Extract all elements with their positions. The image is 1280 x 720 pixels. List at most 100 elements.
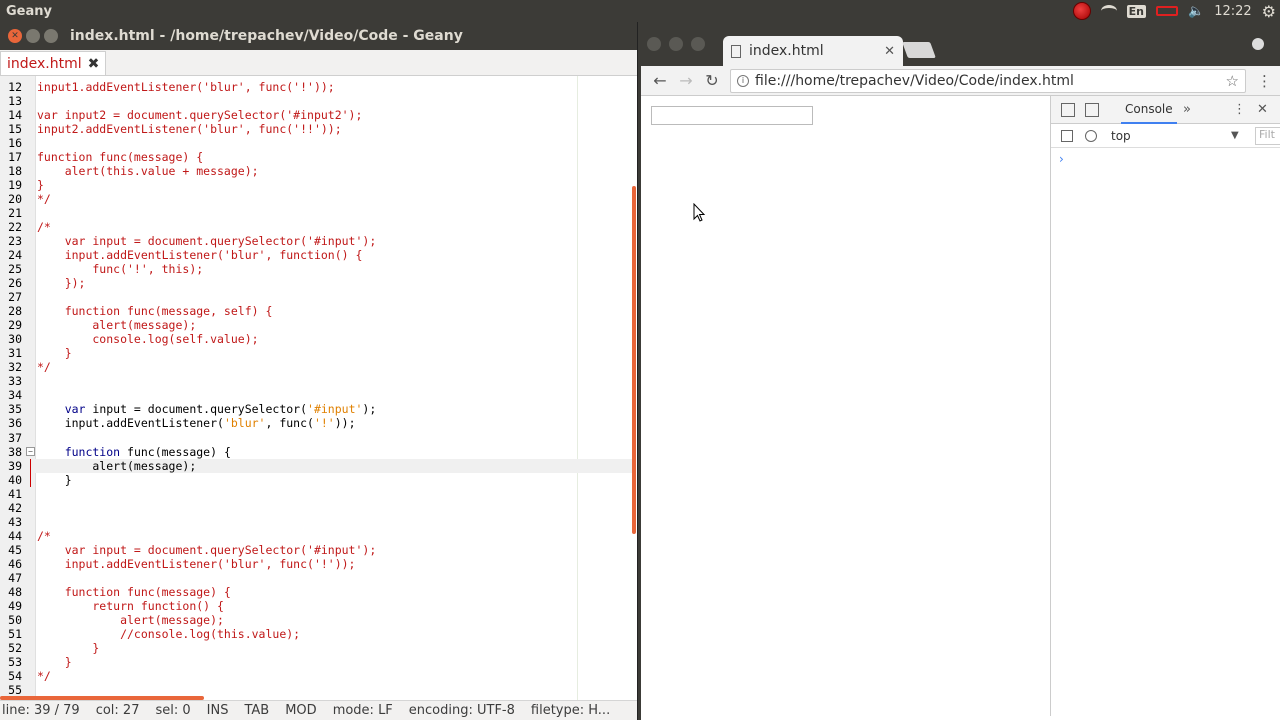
forward-arrow-icon[interactable]: → bbox=[673, 71, 699, 90]
console-filter-input[interactable]: Filt bbox=[1255, 127, 1280, 145]
inspect-element-icon[interactable] bbox=[1061, 102, 1075, 117]
code-line[interactable]: 20 */ bbox=[0, 192, 632, 206]
code-line[interactable]: 30 console.log(self.value); bbox=[0, 332, 632, 346]
record-icon[interactable] bbox=[1072, 2, 1091, 20]
code-line[interactable]: 18 alert(this.value + message); bbox=[0, 164, 632, 178]
code-line[interactable]: 52 } bbox=[0, 641, 632, 655]
code-line[interactable]: 13 bbox=[0, 94, 632, 108]
close-window-button[interactable]: ✕ bbox=[8, 29, 22, 43]
devtools-panel: Console » ⋮ ✕ top ▼ Filt › bbox=[1050, 96, 1280, 716]
more-tabs-icon[interactable]: » bbox=[1183, 102, 1191, 117]
code-line[interactable]: 16 bbox=[0, 136, 632, 150]
tab-index-html[interactable]: index.html ✖ bbox=[0, 51, 107, 75]
code-line[interactable]: 21 bbox=[0, 206, 632, 220]
fold-marker-icon[interactable]: − bbox=[26, 446, 35, 456]
new-tab-button[interactable] bbox=[902, 42, 936, 58]
maximize-window-button[interactable] bbox=[44, 29, 58, 43]
chevron-down-icon[interactable]: ▼ bbox=[1231, 130, 1239, 141]
code-line[interactable]: 49 return function() { bbox=[0, 599, 632, 613]
code-line[interactable]: 47 bbox=[0, 571, 632, 585]
volume-icon[interactable]: 🔈 bbox=[1188, 4, 1204, 19]
devtools-menu-icon[interactable]: ⋮ bbox=[1233, 102, 1246, 117]
code-line[interactable]: 40 } bbox=[0, 473, 632, 487]
code-text: function func(message) { bbox=[37, 444, 231, 459]
gear-icon[interactable]: ⚙ bbox=[1262, 2, 1276, 21]
code-line[interactable]: 51 //console.log(this.value); bbox=[0, 627, 632, 641]
code-line[interactable]: 45 var input = document.querySelector('#… bbox=[0, 543, 632, 557]
code-line[interactable]: 34 bbox=[0, 388, 632, 402]
code-line[interactable]: 29 alert(message); bbox=[0, 318, 632, 332]
code-line[interactable]: 26 }); bbox=[0, 276, 632, 290]
code-line[interactable]: 36 input.addEventListener('blur', func('… bbox=[0, 416, 632, 430]
code-line[interactable]: 23 var input = document.querySelector('#… bbox=[0, 234, 632, 248]
device-toolbar-icon[interactable] bbox=[1085, 102, 1099, 117]
code-line[interactable]: 33 bbox=[0, 374, 632, 388]
reload-icon[interactable]: ↻ bbox=[699, 71, 725, 90]
devtools-toolbar: Console » ⋮ ✕ bbox=[1051, 96, 1280, 124]
code-line[interactable]: 24 input.addEventListener('blur', functi… bbox=[0, 248, 632, 262]
code-line[interactable]: 53 } bbox=[0, 655, 632, 669]
code-line[interactable]: 48 function func(message) { bbox=[0, 585, 632, 599]
line-number: 32 bbox=[8, 360, 22, 375]
code-line[interactable]: 15 input2.addEventListener('blur', func('… bbox=[0, 122, 632, 136]
code-line[interactable]: 55 bbox=[0, 683, 632, 697]
close-devtools-icon[interactable]: ✕ bbox=[1257, 102, 1268, 117]
code-line[interactable]: 17 function func(message) { bbox=[0, 150, 632, 164]
line-number: 33 bbox=[8, 374, 22, 389]
code-editor[interactable]: 12 input1.addEventListener('blur', func('… bbox=[0, 76, 636, 700]
code-line[interactable]: 28 function func(message, self) { bbox=[0, 304, 632, 318]
code-line[interactable]: 44 /* bbox=[0, 529, 632, 543]
console-prompt[interactable]: › bbox=[1059, 152, 1064, 166]
keyboard-layout-indicator[interactable]: En bbox=[1126, 4, 1146, 18]
code-line[interactable]: 19} bbox=[0, 178, 632, 192]
wifi-icon[interactable] bbox=[1100, 5, 1117, 17]
line-number: 23 bbox=[8, 234, 22, 249]
minimize-window-button[interactable] bbox=[26, 29, 40, 43]
code-line[interactable]: 50 alert(message); bbox=[0, 613, 632, 627]
code-line[interactable]: 54 */ bbox=[0, 669, 632, 683]
code-line[interactable]: 43 bbox=[0, 515, 632, 529]
code-line[interactable]: 27 bbox=[0, 290, 632, 304]
code-line[interactable]: 22 /* bbox=[0, 220, 632, 234]
browser-tab[interactable]: index.html ✕ bbox=[723, 36, 903, 66]
code-line[interactable]: 39 alert(message); bbox=[0, 458, 632, 473]
tab-console[interactable]: Console bbox=[1121, 96, 1177, 124]
code-text: input2.addEventListener('blur', func('!!… bbox=[37, 122, 342, 137]
close-window-button[interactable] bbox=[647, 37, 661, 51]
maximize-window-button[interactable] bbox=[691, 37, 705, 51]
line-number: 19 bbox=[8, 178, 22, 193]
code-line[interactable]: 38− function func(message) { bbox=[0, 445, 632, 459]
code-line[interactable]: 31 } bbox=[0, 346, 632, 360]
code-line[interactable]: 35 var input = document.querySelector('#… bbox=[0, 402, 632, 416]
clock[interactable]: 12:22 bbox=[1214, 4, 1251, 19]
profile-icon[interactable] bbox=[1252, 38, 1264, 50]
status-bar: line: 39 / 79 col: 27 sel: 0 INS TAB MOD… bbox=[0, 700, 637, 720]
code-text: } bbox=[37, 472, 72, 487]
url-text[interactable]: file:///home/trepachev/Video/Code/index.… bbox=[755, 73, 1074, 89]
close-tab-icon[interactable]: ✕ bbox=[884, 44, 895, 59]
status-ins: INS bbox=[206, 703, 229, 718]
address-bar[interactable]: i file:///home/trepachev/Video/Code/inde… bbox=[730, 69, 1246, 93]
code-line[interactable]: 42 bbox=[0, 501, 632, 515]
star-icon[interactable]: ☆ bbox=[1226, 72, 1239, 90]
code-line[interactable]: 25 func('!', this); bbox=[0, 262, 632, 276]
document-icon bbox=[731, 44, 741, 58]
page-text-input[interactable] bbox=[651, 106, 813, 125]
minimize-window-button[interactable] bbox=[669, 37, 683, 51]
show-sidebar-icon[interactable] bbox=[1061, 129, 1073, 142]
vertical-scrollbar[interactable] bbox=[632, 186, 636, 534]
code-line[interactable]: 32 */ bbox=[0, 360, 632, 374]
code-line[interactable]: 12 input1.addEventListener('blur', func('… bbox=[0, 80, 632, 94]
context-selector[interactable]: top bbox=[1111, 129, 1131, 143]
code-line[interactable]: 37 bbox=[0, 431, 632, 445]
close-tab-icon[interactable]: ✖ bbox=[88, 56, 100, 72]
code-line[interactable]: 14 var input2 = document.querySelector('#… bbox=[0, 108, 632, 122]
info-icon[interactable]: i bbox=[737, 75, 749, 87]
battery-icon[interactable] bbox=[1156, 6, 1178, 16]
browser-menu-icon[interactable]: ⋮ bbox=[1257, 72, 1272, 90]
page-viewport bbox=[641, 96, 1050, 716]
clear-console-icon[interactable] bbox=[1085, 129, 1097, 142]
code-line[interactable]: 46 input.addEventListener('blur', func('… bbox=[0, 557, 632, 571]
code-line[interactable]: 41 bbox=[0, 487, 632, 501]
back-arrow-icon[interactable]: ← bbox=[647, 71, 673, 90]
